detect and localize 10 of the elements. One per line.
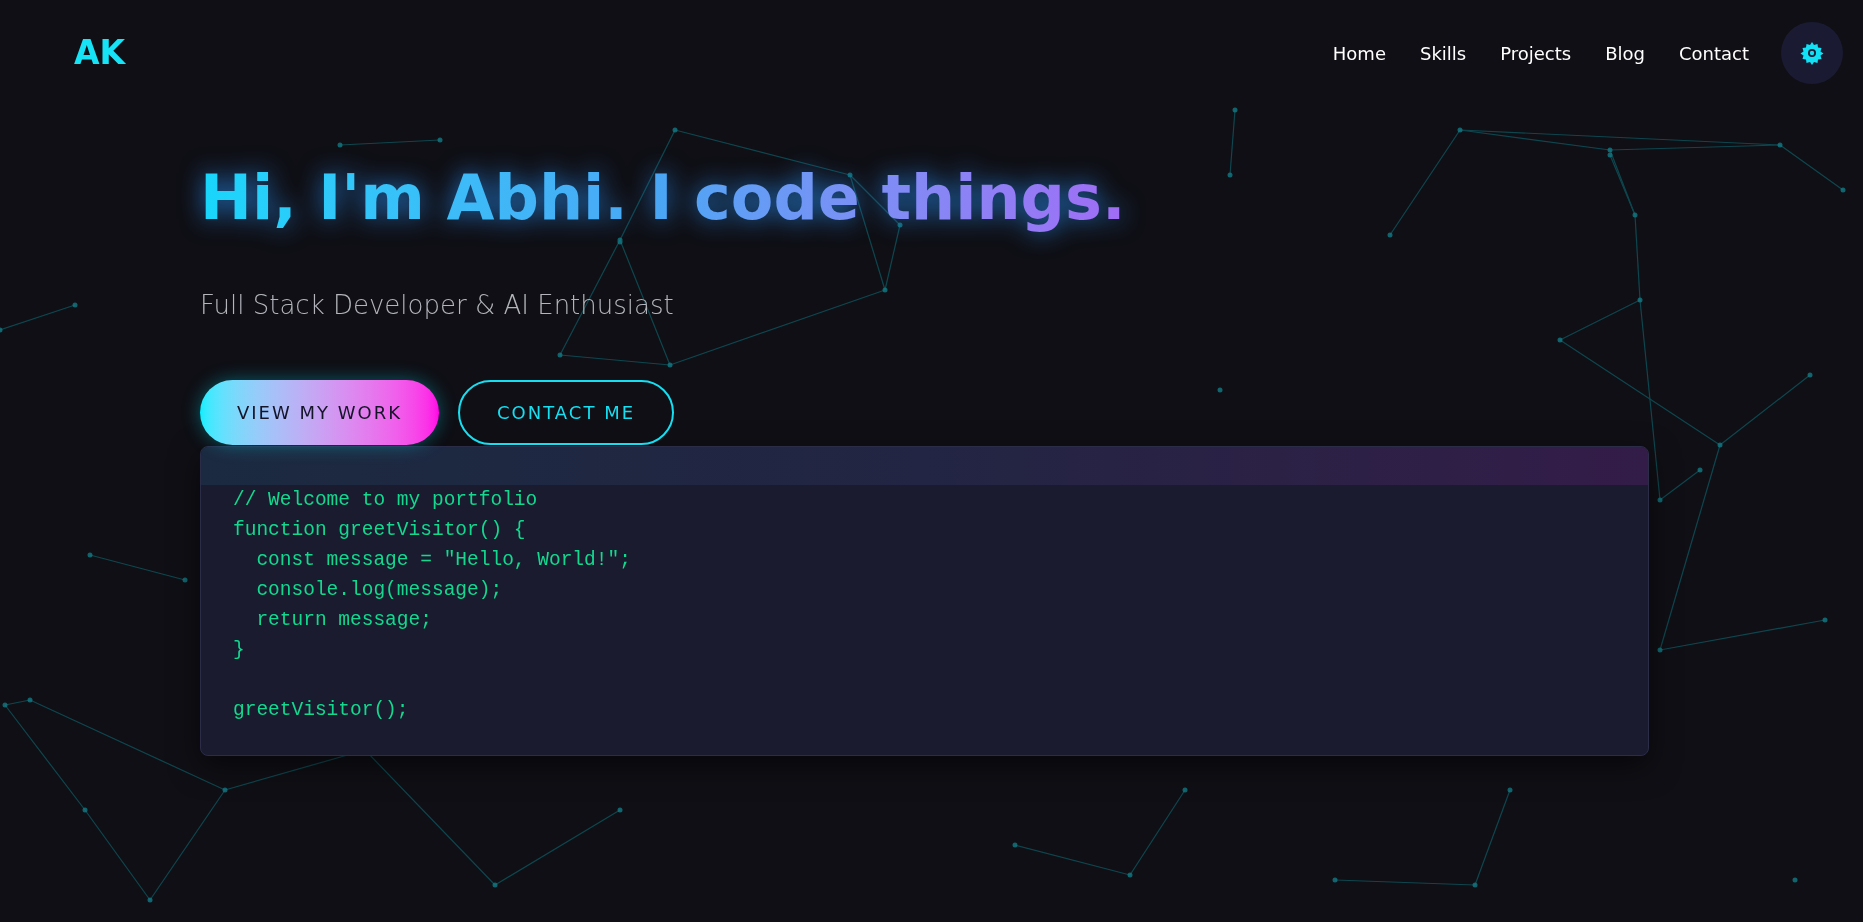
nav-link[interactable]: Home (1330, 39, 1388, 67)
view-work-button[interactable]: VIEW MY WORK (200, 380, 440, 445)
logo[interactable]: AK (74, 28, 126, 78)
code-text: // Welcome to my portfolio function greetVisitor() { const message = "Hello, World!"; console.log(message); return message; } greetVisitor(); (232, 488, 632, 723)
nav-link[interactable]: Contact (1676, 39, 1751, 67)
nav-link[interactable]: Blog (1603, 39, 1647, 67)
hero-subtitle: Full Stack Developer & AI Enthusiast (200, 289, 675, 322)
nav-link[interactable]: Skills (1417, 39, 1469, 67)
nav-link[interactable]: Projects (1498, 39, 1574, 67)
gear-icon (1800, 41, 1824, 65)
